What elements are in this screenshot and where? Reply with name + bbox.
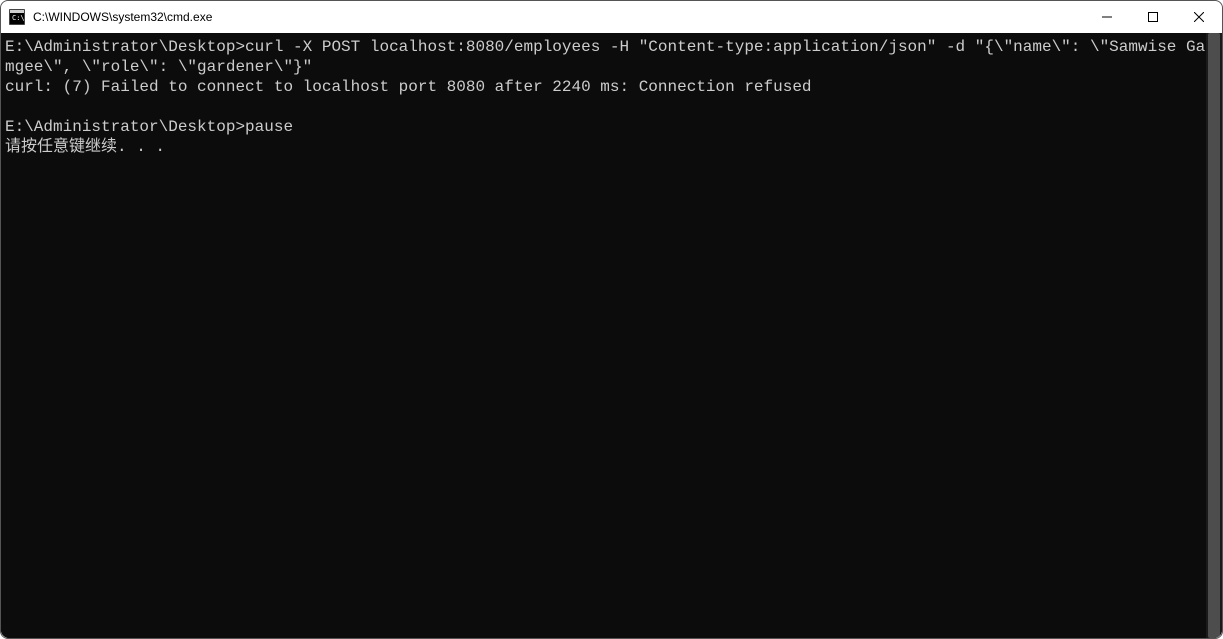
minimize-button[interactable]: [1084, 1, 1130, 33]
terminal-line: 请按任意键继续. . .: [5, 137, 1206, 157]
window-controls: [1084, 1, 1222, 33]
terminal-line: [5, 97, 1206, 117]
terminal-output[interactable]: E:\Administrator\Desktop>curl -X POST lo…: [1, 33, 1206, 638]
svg-text:C:\: C:\: [12, 14, 25, 22]
close-button[interactable]: [1176, 1, 1222, 33]
terminal-line: curl: (7) Failed to connect to localhost…: [5, 77, 1206, 97]
terminal-wrapper: E:\Administrator\Desktop>curl -X POST lo…: [1, 33, 1222, 638]
cmd-icon: C:\: [9, 9, 25, 25]
window-title: C:\WINDOWS\system32\cmd.exe: [33, 10, 1084, 24]
scrollbar-thumb[interactable]: [1208, 33, 1220, 638]
maximize-button[interactable]: [1130, 1, 1176, 33]
window-titlebar: C:\ C:\WINDOWS\system32\cmd.exe: [1, 1, 1222, 33]
terminal-line: E:\Administrator\Desktop>curl -X POST lo…: [5, 37, 1206, 77]
terminal-line: E:\Administrator\Desktop>pause: [5, 117, 1206, 137]
vertical-scrollbar[interactable]: [1206, 33, 1222, 638]
